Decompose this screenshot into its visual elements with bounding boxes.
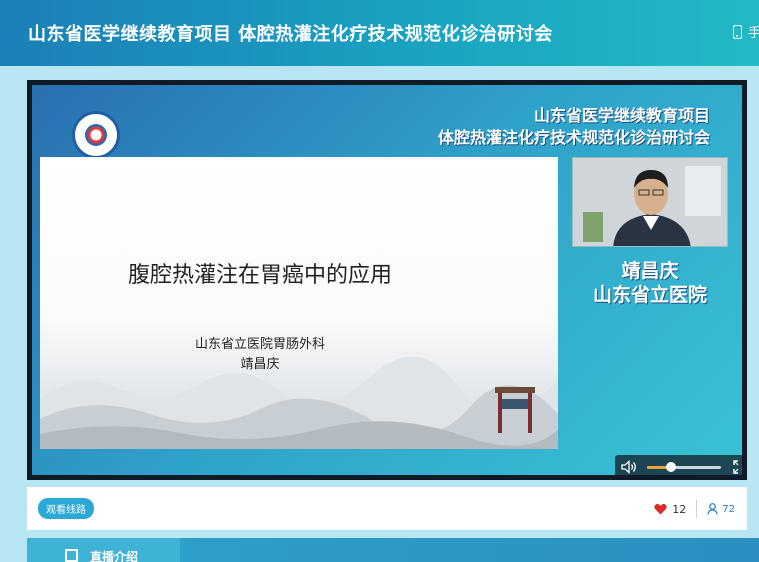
- stats-divider: [696, 500, 698, 518]
- tabbar-background: [180, 538, 759, 562]
- viewing-route-button[interactable]: 观看线路: [38, 498, 94, 519]
- volume-slider-handle[interactable]: [665, 461, 676, 472]
- video-stream: 山东省医学继续教育项目 体腔热灌注化疗技术规范化诊治研讨会 腹腔热灌注在胃癌中的…: [32, 85, 742, 475]
- phone-watch-button[interactable]: 手: [733, 22, 759, 41]
- viewer-count: 72: [722, 503, 735, 515]
- speaker-camera-feed: [572, 157, 728, 247]
- viewer-counter: 72: [707, 503, 735, 515]
- presentation-slide: 腹腔热灌注在胃癌中的应用 山东省立医院胃肠外科 靖昌庆: [40, 157, 558, 449]
- live-info-bar: 观看线路 12 72: [27, 487, 747, 530]
- volume-slider[interactable]: [647, 461, 721, 472]
- speaker-hospital: 山东省立医院: [592, 284, 707, 306]
- hospital-logo: [72, 111, 120, 159]
- tab-live-intro[interactable]: 直播介绍: [27, 538, 180, 562]
- page-title: 山东省医学继续教育项目 体腔热灌注化疗技术规范化诊治研讨会: [28, 24, 553, 45]
- conference-title-line2: 体腔热灌注化疗技术规范化诊治研讨会: [437, 128, 710, 147]
- fullscreen-icon[interactable]: [733, 460, 742, 474]
- live-stats: 12 72: [654, 500, 735, 518]
- content-tabs: 直播介绍: [27, 538, 759, 562]
- user-icon: [707, 503, 719, 515]
- slide-department: 山东省立医院胃肠外科: [194, 337, 325, 352]
- slide-title: 腹腔热灌注在胃癌中的应用: [127, 263, 392, 288]
- speaker-portrait: [573, 158, 727, 246]
- top-header: 山东省医学继续教育项目 体腔热灌注化疗技术规范化诊治研讨会 手: [0, 0, 759, 66]
- like-counter[interactable]: 12: [654, 503, 686, 516]
- player-controls: [615, 455, 742, 475]
- mobile-phone-icon: [733, 24, 742, 39]
- phone-watch-label: 手: [748, 26, 759, 41]
- speaker-name: 靖昌庆: [621, 260, 679, 282]
- volume-icon[interactable]: [621, 460, 637, 474]
- heart-icon[interactable]: [654, 503, 667, 515]
- slide-presenter: 靖昌庆: [240, 357, 280, 372]
- hospital-emblem-icon: [85, 124, 107, 146]
- document-icon: [65, 549, 78, 562]
- video-player[interactable]: 山东省医学继续教育项目 体腔热灌注化疗技术规范化诊治研讨会 腹腔热灌注在胃癌中的…: [27, 80, 747, 480]
- speaker-caption: 靖昌庆 山东省立医院: [552, 259, 742, 307]
- tab-live-intro-label: 直播介绍: [90, 550, 139, 562]
- conference-title: 山东省医学继续教育项目 体腔热灌注化疗技术规范化诊治研讨会: [438, 105, 710, 149]
- like-count: 12: [672, 502, 687, 516]
- conference-title-line1: 山东省医学继续教育项目: [533, 106, 710, 125]
